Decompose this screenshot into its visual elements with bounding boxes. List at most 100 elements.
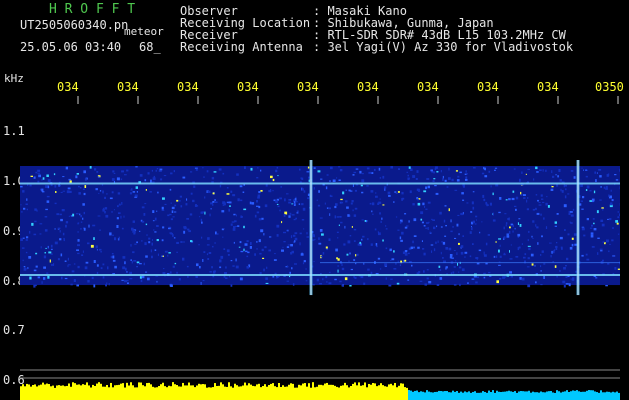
level-bar: [128, 385, 130, 400]
noise-speck: [277, 205, 280, 208]
noise-speck: [307, 166, 310, 169]
noise-speck: [301, 188, 304, 191]
noise-speck: [59, 230, 61, 233]
noise-speck: [207, 258, 210, 260]
noise-speck: [256, 211, 260, 214]
noise-speck: [385, 277, 387, 280]
noise-speck: [171, 210, 174, 213]
level-bar: [450, 392, 452, 400]
noise-speck: [614, 267, 617, 270]
noise-speck: [506, 235, 510, 238]
noise-speck: [61, 276, 63, 280]
noise-speck: [354, 207, 358, 210]
level-bar: [394, 382, 396, 400]
noise-speck: [444, 205, 447, 207]
noise-speck: [23, 207, 26, 210]
level-bar: [344, 382, 346, 400]
noise-speck: [438, 265, 441, 268]
noise-speck: [612, 255, 616, 257]
level-bar: [172, 382, 174, 400]
noise-speck: [561, 190, 564, 193]
level-bar: [516, 392, 518, 400]
noise-speck: [361, 238, 363, 241]
noise-speck: [469, 255, 472, 258]
noise-speck: [291, 214, 295, 216]
noise-speck: [518, 218, 521, 220]
noise-speck: [243, 248, 245, 252]
level-bar: [420, 391, 422, 400]
noise-speck: [340, 221, 343, 224]
noise-speck: [433, 171, 435, 174]
noise-speck: [512, 224, 514, 227]
level-bar: [428, 391, 430, 400]
noise-speck: [608, 218, 612, 221]
noise-speck: [274, 253, 276, 255]
noise-speck: [157, 191, 159, 194]
noise-speck: [536, 171, 539, 173]
noise-speck: [126, 169, 129, 172]
noise-speck: [581, 167, 583, 169]
noise-speck: [543, 276, 545, 279]
noise-speck: [214, 199, 216, 201]
level-bar: [180, 386, 182, 400]
level-bar: [270, 383, 272, 400]
app-title: H R O F F T: [49, 2, 136, 17]
noise-speck: [97, 215, 101, 217]
noise-speck: [87, 280, 90, 283]
noise-speck: [341, 267, 345, 271]
noise-speck: [445, 247, 449, 250]
noise-speck: [151, 255, 153, 259]
noise-speck: [131, 227, 134, 231]
noise-speck: [383, 186, 387, 189]
noise-speck: [381, 217, 383, 220]
noise-speck: [20, 211, 23, 213]
noise-speck: [385, 225, 387, 227]
level-bar: [80, 385, 82, 400]
level-bar: [330, 384, 332, 400]
noise-speck: [336, 231, 339, 233]
level-bar: [38, 385, 40, 400]
noise-speck: [182, 176, 186, 179]
noise-speck: [195, 168, 198, 171]
noise-speck: [481, 221, 483, 223]
noise-speck: [464, 256, 466, 258]
noise-speck: [425, 227, 428, 229]
noise-speck: [111, 191, 114, 194]
noise-speck: [193, 185, 196, 188]
noise-speck: [103, 207, 105, 211]
noise-speck: [523, 194, 526, 196]
x-tick-label: 034: [237, 80, 259, 94]
noise-speck: [299, 232, 302, 235]
level-bar: [144, 386, 146, 400]
noise-speck: [302, 207, 306, 211]
level-bar: [216, 385, 218, 400]
noise-speck: [108, 283, 110, 286]
noise-speck: [286, 193, 289, 195]
level-bar: [116, 385, 118, 400]
level-bar: [78, 384, 80, 400]
noise-speck: [461, 192, 464, 195]
noise-speck: [388, 284, 392, 287]
noise-speck: [404, 259, 407, 262]
noise-speck: [424, 283, 427, 286]
noise-speck: [46, 174, 49, 177]
level-bar: [416, 390, 418, 400]
noise-speck: [564, 195, 567, 199]
noise-speck: [194, 204, 198, 207]
noise-speck: [102, 263, 105, 266]
noise-speck: [471, 226, 472, 228]
noise-speck: [484, 175, 488, 178]
noise-speck: [84, 266, 88, 270]
level-bar: [484, 391, 486, 400]
noise-speck: [22, 259, 24, 262]
noise-speck: [257, 196, 260, 199]
noise-speck: [105, 214, 109, 218]
noise-speck: [570, 211, 573, 213]
noise-speck: [329, 213, 331, 216]
level-bar: [154, 387, 156, 400]
noise-speck: [102, 276, 105, 279]
level-bar: [130, 382, 132, 400]
noise-speck: [131, 260, 133, 264]
noise-speck: [238, 246, 241, 248]
noise-speck: [65, 224, 67, 228]
